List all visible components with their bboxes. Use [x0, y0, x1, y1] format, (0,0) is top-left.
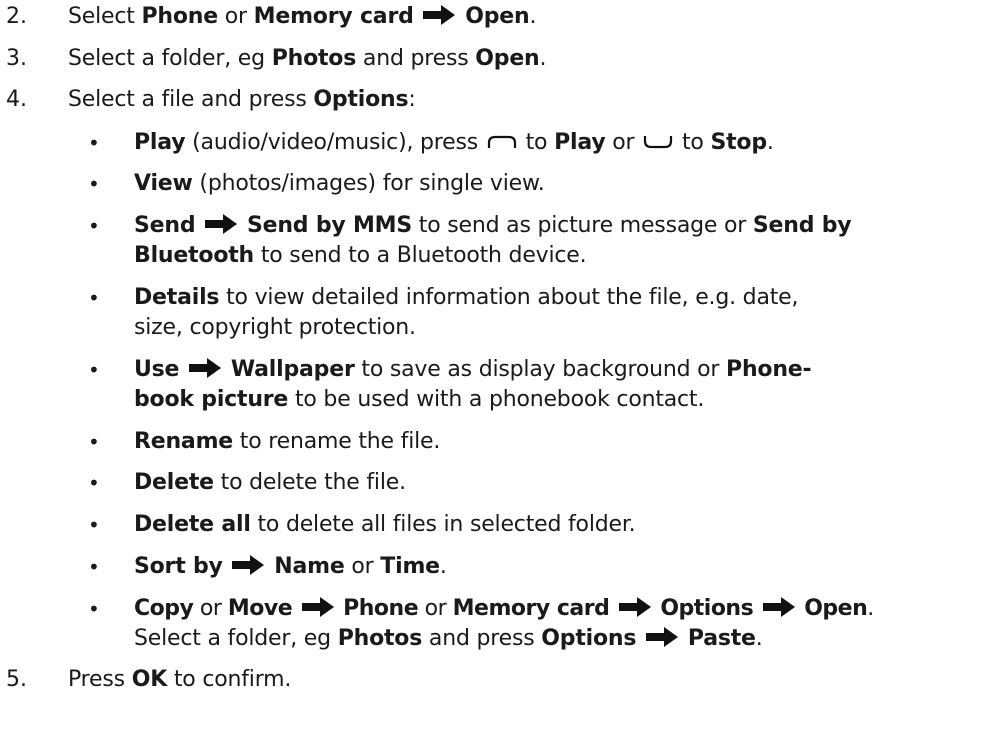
bullet-use: Use Wallpaper to save as display backgro…	[134, 357, 812, 382]
right-arrow-icon	[232, 555, 265, 575]
bullet-send-cont: Bluetooth to send to a Bluetooth device.	[134, 243, 587, 268]
right-arrow-icon	[423, 5, 456, 25]
bullet-sort: Sort by Name or Time.	[134, 554, 447, 579]
term: OK	[131, 667, 168, 692]
term: Open	[465, 4, 530, 29]
bullet-play: Play (audio/video/music), press to Play …	[134, 130, 774, 155]
bullet-details-cont: size, copyright protection.	[134, 315, 416, 340]
right-arrow-icon	[189, 358, 222, 378]
term: Open	[475, 46, 540, 71]
step-number: 4.	[6, 87, 27, 112]
bullet-rename: Rename to rename the file.	[134, 429, 441, 454]
bullet-send: Send Send by MMS to send as picture mess…	[134, 213, 852, 238]
right-arrow-icon	[762, 597, 795, 617]
step-2-text: Select Phone or Memory card Open.	[68, 4, 537, 29]
bullet: •	[88, 214, 100, 238]
bullet-delete-all: Delete all to delete all files in select…	[134, 512, 636, 537]
bullet: •	[88, 555, 100, 579]
bullet: •	[88, 513, 100, 537]
bullet-details: Details to view detailed information abo…	[134, 285, 799, 310]
term: Options	[313, 87, 409, 112]
bullet: •	[88, 131, 100, 155]
term: Photos	[271, 46, 357, 71]
right-arrow-icon	[646, 627, 679, 647]
bullet: •	[88, 430, 100, 454]
bullet-view: View (photos/images) for single view.	[134, 171, 545, 196]
term: Memory card	[253, 4, 414, 29]
bullet: •	[88, 471, 100, 495]
right-arrow-icon	[205, 214, 238, 234]
step-5-text: Press OK to confirm.	[68, 667, 292, 692]
step-number: 2.	[6, 4, 27, 29]
bullet-delete: Delete to delete the file.	[134, 470, 406, 495]
bullet-copy-cont: Select a folder, eg Photos and press Opt…	[134, 626, 763, 651]
right-arrow-icon	[301, 597, 334, 617]
step-4-text: Select a file and press Options:	[68, 87, 416, 112]
bullet-use-cont: book picture to be used with a phonebook…	[134, 387, 705, 412]
bullet: •	[88, 286, 100, 310]
bullet: •	[88, 358, 100, 382]
step-number: 5.	[6, 667, 27, 692]
bullet: •	[88, 172, 100, 196]
bullet-copy: Copy or Move Phone or Memory card Option…	[134, 596, 874, 621]
left-softkey-icon	[487, 135, 516, 148]
right-arrow-icon	[618, 597, 651, 617]
right-softkey-icon	[644, 136, 673, 149]
step-number: 3.	[6, 46, 27, 71]
term: Phone	[141, 4, 218, 29]
bullet: •	[88, 597, 100, 621]
step-3-text: Select a folder, eg Photos and press Ope…	[68, 46, 547, 71]
